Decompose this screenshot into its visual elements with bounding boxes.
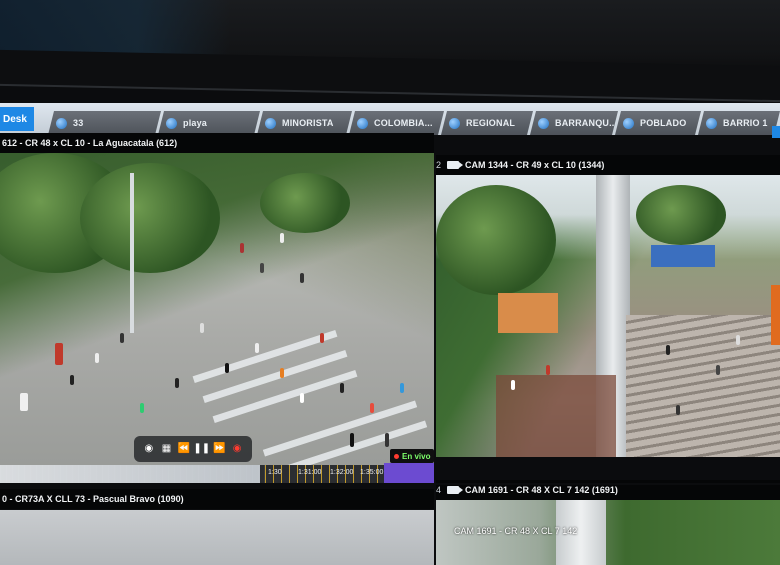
time-mark: 1:31:00 [298, 469, 322, 476]
camera-1-header: 612 - CR 48 x CL 10 - La Aguacatala (612… [0, 133, 434, 153]
camera-2-index: 2 [436, 160, 442, 170]
person [120, 333, 124, 343]
person [320, 333, 324, 343]
timeline-buffer [0, 465, 261, 483]
tab-label: 33 [73, 118, 84, 128]
timeline-live-segment [384, 463, 434, 483]
tab-regional[interactable]: REGIONAL [441, 111, 533, 135]
globe-icon [357, 118, 368, 129]
person [666, 345, 670, 355]
time-mark: 1:32:00 [330, 469, 354, 476]
person [340, 383, 344, 393]
video-wall-photo: Desk 33 playa MINORISTA COLOMBIA... REGI… [0, 0, 780, 565]
camera-icon [447, 486, 464, 494]
palm-tree [436, 185, 556, 295]
tab-label: POBLADO [640, 118, 687, 128]
person [20, 393, 28, 411]
camera-2-label: CAM 1344 - CR 49 x CL 10 (1344) [465, 160, 605, 170]
person-with-flag [55, 343, 63, 365]
person [255, 343, 259, 353]
eye-icon[interactable]: ◉ [143, 443, 155, 455]
tab-label: MINORISTA [282, 118, 334, 128]
tab-barranquilla[interactable]: BARRANQU... [530, 111, 618, 135]
person [175, 378, 179, 388]
stairs [626, 315, 780, 457]
globe-icon [166, 118, 177, 129]
time-mark: 1:35:00 [360, 469, 384, 476]
record-icon[interactable]: ◉ [231, 443, 243, 455]
fast-forward-icon[interactable]: ⏩ [213, 443, 225, 455]
live-dot-icon [394, 453, 399, 459]
person [225, 363, 229, 373]
camera-4-overlay-text: CAM 1691 - CR 48 X CL 7 142 [454, 526, 578, 536]
live-label: En vivo [402, 451, 431, 461]
person [350, 433, 354, 447]
camera-icon [447, 161, 464, 169]
camera-2-header: 2 CAM 1344 - CR 49 x CL 10 (1344) [436, 155, 780, 175]
tree-canopy [636, 185, 726, 245]
globe-icon [265, 118, 276, 129]
tab-colombia[interactable]: COLOMBIA... [349, 111, 444, 135]
crosswalk-stripe [212, 369, 358, 424]
tab-label: COLOMBIA... [374, 118, 433, 128]
tree-canopy [260, 173, 350, 233]
tab-barrio-1[interactable]: BARRIO 1 [698, 111, 780, 135]
playback-controls: ◉ ▦ ⏪ ❚❚ ⏩ ◉ [134, 436, 252, 462]
person [140, 403, 144, 413]
camera-3-video[interactable] [0, 510, 434, 565]
person [736, 335, 740, 345]
person [400, 383, 404, 393]
person [280, 233, 284, 243]
tab-minorista[interactable]: MINORISTA [257, 111, 352, 135]
playback-timeline[interactable]: 1:30 1:31:00 1:32:00 1:35:00 [0, 465, 434, 483]
camera-2-video[interactable] [436, 175, 780, 457]
tab-playa[interactable]: playa [158, 111, 260, 135]
camera-3-header: 0 - CR73A X CLL 73 - Pascual Bravo (1090… [0, 489, 434, 509]
tab-poblado[interactable]: POBLADO [615, 111, 701, 135]
tab-overflow-indicator[interactable] [772, 126, 780, 138]
person [546, 365, 550, 375]
live-indicator: En vivo [390, 449, 435, 463]
globe-icon [706, 118, 717, 129]
globe-icon [449, 118, 460, 129]
tab-label: REGIONAL [466, 118, 516, 128]
person [70, 375, 74, 385]
person [240, 243, 244, 253]
tab-desk[interactable]: Desk [0, 107, 34, 131]
person [511, 380, 515, 390]
person [300, 393, 304, 403]
camera-1-label: 612 - CR 48 x CL 10 - La Aguacatala (612… [2, 138, 178, 148]
tile-divider [434, 153, 436, 565]
tab-33[interactable]: 33 [48, 111, 161, 135]
camera-3-label: 0 - CR73A X CLL 73 - Pascual Bravo (1090… [2, 494, 184, 504]
orange-sign [771, 285, 780, 345]
person [385, 433, 389, 447]
camera-4-index: 4 [436, 485, 442, 495]
person [200, 323, 204, 333]
tab-label: BARRIO 1 [723, 118, 768, 128]
person [716, 365, 720, 375]
person [676, 405, 680, 415]
person [260, 263, 264, 273]
tab-label: BARRANQU... [555, 118, 618, 128]
tile-divider [0, 483, 780, 485]
globe-icon [623, 118, 634, 129]
camera-1-video[interactable] [0, 153, 434, 465]
person [280, 368, 284, 378]
camera-4-label: CAM 1691 - CR 48 X CL 7 142 (1691) [465, 485, 618, 495]
globe-icon [538, 118, 549, 129]
pause-icon[interactable]: ❚❚ [193, 443, 210, 455]
tab-label: playa [183, 118, 208, 128]
person [370, 403, 374, 413]
person [95, 353, 99, 363]
film-icon[interactable]: ▦ [160, 443, 172, 455]
blue-tent [651, 245, 715, 267]
time-mark: 1:30 [268, 469, 282, 476]
tree-canopy [80, 163, 220, 273]
person [300, 273, 304, 283]
globe-icon [56, 118, 67, 129]
rewind-icon[interactable]: ⏪ [178, 443, 190, 455]
kiosk [498, 293, 558, 333]
light-pole [130, 173, 134, 333]
